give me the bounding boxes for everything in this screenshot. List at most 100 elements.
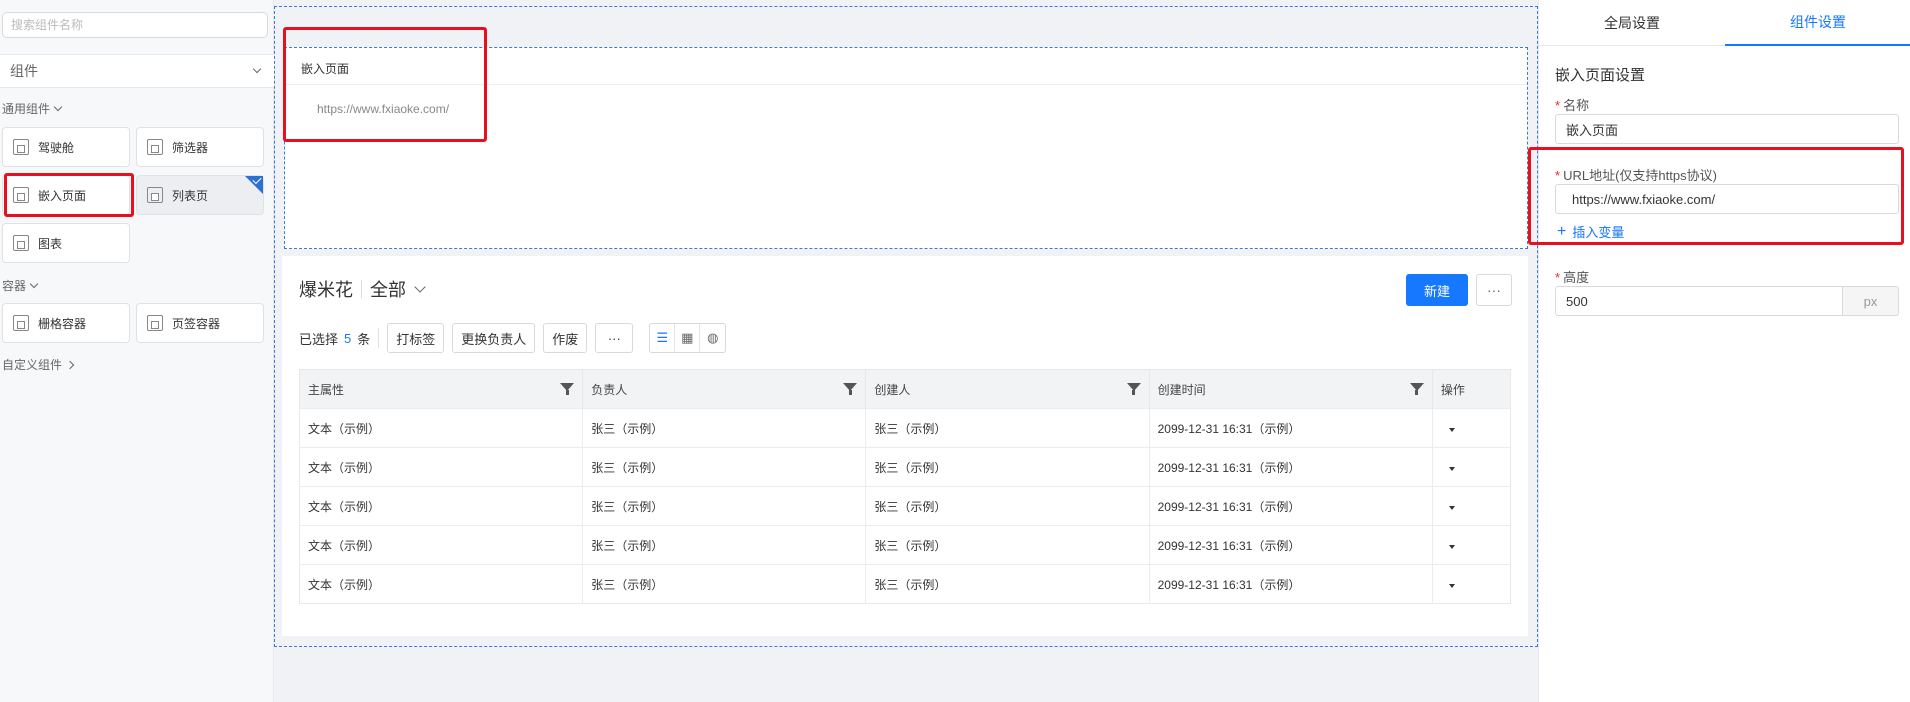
table-row[interactable]: 文本（示例） 张三（示例） 张三（示例） 2099-12-31 16:31（示例）	[299, 408, 1511, 448]
component-label: 驾驶舱	[38, 140, 75, 155]
table-cell: 2099-12-31 16:31（示例）	[1149, 408, 1433, 448]
component-label: 嵌入页面	[38, 188, 87, 203]
table-cell: 2099-12-31 16:31（示例）	[1149, 447, 1433, 487]
settings-tabs: 全局设置 组件设置	[1539, 0, 1910, 46]
component-chart[interactable]: 图表	[2, 223, 130, 263]
table-cell: 文本（示例）	[299, 486, 584, 526]
table-row[interactable]: 文本（示例） 张三（示例） 张三（示例） 2099-12-31 16:31（示例）	[299, 447, 1511, 487]
table-cell: 张三（示例）	[582, 564, 867, 604]
tag-button[interactable]: 打标签	[387, 323, 445, 353]
component-icon	[13, 187, 29, 203]
plus-icon: +	[1557, 222, 1567, 240]
table-row[interactable]: 文本（示例） 张三（示例） 张三（示例） 2099-12-31 16:31（示例）	[299, 564, 1511, 604]
row-actions-dropdown[interactable]	[1432, 408, 1511, 448]
embed-block-title: 嵌入页面	[301, 62, 350, 76]
filter-icon[interactable]	[843, 383, 858, 395]
caret-down-icon	[1448, 428, 1455, 432]
table-cell: 张三（示例）	[582, 408, 867, 448]
tab-global-settings[interactable]: 全局设置	[1539, 0, 1725, 46]
component-icon	[147, 187, 163, 203]
component-label: 列表页	[172, 188, 209, 203]
more-options-button[interactable]: ···	[1476, 274, 1512, 306]
height-input[interactable]: 500	[1555, 286, 1843, 316]
table-cell: 张三（示例）	[582, 525, 867, 565]
section-common-label: 通用组件	[2, 102, 51, 116]
void-button[interactable]: 作废	[543, 323, 588, 353]
table-cell: 张三（示例）	[582, 447, 867, 487]
column-header[interactable]: 主属性	[299, 369, 584, 409]
component-icon	[13, 139, 29, 155]
url-label: * URL地址(仅支持https协议)	[1555, 168, 1717, 183]
name-input[interactable]: 嵌入页面	[1555, 114, 1899, 144]
category-select[interactable]: 组件	[0, 54, 274, 88]
list-view-selector[interactable]: 全部	[370, 276, 426, 302]
list-object-title: 爆米花	[299, 280, 353, 300]
list-header: 爆米花 全部	[299, 276, 426, 302]
chevron-down-icon	[53, 102, 63, 111]
divider	[378, 328, 380, 348]
row-actions-dropdown[interactable]	[1432, 486, 1511, 526]
column-header[interactable]: 负责人	[582, 369, 867, 409]
component-search-input[interactable]	[2, 12, 268, 38]
component-icon	[13, 235, 29, 251]
component-cockpit[interactable]: 驾驶舱	[2, 127, 130, 167]
table-cell: 张三（示例）	[865, 447, 1150, 487]
section-custom-components[interactable]: 自定义组件	[2, 356, 75, 373]
data-table: 主属性 负责人 创建人 创建时间 操作 文本（示例） 张三（示例） 张三（示例） 20…	[299, 369, 1511, 604]
table-header-row: 主属性 负责人 创建人 创建时间 操作	[299, 369, 1511, 409]
table-cell: 文本（示例）	[299, 408, 584, 448]
row-actions-dropdown[interactable]	[1432, 447, 1511, 487]
section-common-components[interactable]: 通用组件	[2, 100, 63, 117]
more-actions-button[interactable]: ···	[595, 323, 634, 353]
selected-suffix: 条	[357, 331, 371, 347]
globe-icon[interactable]: ◍	[700, 324, 725, 352]
height-input-group: 500 px	[1555, 286, 1899, 316]
section-custom-label: 自定义组件	[2, 358, 63, 372]
table-cell: 2099-12-31 16:31（示例）	[1149, 525, 1433, 565]
batch-toolbar: 已选择 5 条 打标签 更换负责人 作废 ··· ☰ ▦ ◍	[299, 323, 727, 353]
embed-block-url: https://www.fxiaoke.com/	[317, 102, 450, 116]
list-view-icon[interactable]: ☰	[650, 324, 676, 352]
selected-count: 5	[344, 330, 352, 346]
filter-icon[interactable]	[1409, 383, 1424, 395]
table-cell: 张三（示例）	[865, 564, 1150, 604]
embed-page-block[interactable]: 嵌入页面 https://www.fxiaoke.com/	[284, 47, 1528, 249]
row-actions-dropdown[interactable]	[1432, 525, 1511, 565]
component-tab-container[interactable]: 页签容器	[136, 303, 264, 343]
settings-heading: 嵌入页面设置	[1555, 67, 1646, 84]
table-cell: 张三（示例）	[865, 525, 1150, 565]
filter-icon[interactable]	[1126, 383, 1141, 395]
component-label: 页签容器	[172, 316, 221, 331]
table-cell: 文本（示例）	[299, 447, 584, 487]
component-grid-container[interactable]: 栅格容器	[2, 303, 130, 343]
table-row[interactable]: 文本（示例） 张三（示例） 张三（示例） 2099-12-31 16:31（示例）	[299, 525, 1511, 565]
change-owner-button[interactable]: 更换负责人	[452, 323, 536, 353]
column-header[interactable]: 创建时间	[1149, 369, 1433, 409]
chevron-down-icon	[252, 64, 262, 74]
new-button[interactable]: 新建	[1406, 274, 1468, 306]
name-label: * 名称	[1555, 98, 1590, 113]
component-icon	[147, 139, 163, 155]
view-switcher: ☰ ▦ ◍	[649, 323, 727, 353]
row-actions-dropdown[interactable]	[1432, 564, 1511, 604]
url-input[interactable]: https://www.fxiaoke.com/	[1555, 184, 1899, 214]
insert-variable-link[interactable]: + 插入变量	[1557, 222, 1624, 241]
component-embed-page[interactable]: 嵌入页面	[2, 175, 130, 215]
height-label: * 高度	[1555, 270, 1590, 285]
chevron-down-icon	[414, 281, 426, 293]
component-filter[interactable]: 筛选器	[136, 127, 264, 167]
card-view-icon[interactable]: ▦	[675, 324, 701, 352]
tab-component-settings[interactable]: 组件设置	[1725, 0, 1910, 46]
chevron-right-icon	[65, 360, 75, 369]
column-header: 操作	[1432, 369, 1511, 409]
table-row[interactable]: 文本（示例） 张三（示例） 张三（示例） 2099-12-31 16:31（示例）	[299, 486, 1511, 526]
section-container[interactable]: 容器	[2, 277, 39, 294]
height-unit: px	[1843, 286, 1899, 316]
component-list-page[interactable]: 列表页	[136, 174, 264, 215]
component-label: 筛选器	[172, 140, 209, 155]
list-page-block[interactable]: 爆米花 全部 新建 ··· 已选择 5 条 打标签 更换负责人 作废 ··· ☰…	[282, 256, 1528, 636]
component-label: 栅格容器	[38, 316, 87, 331]
filter-icon[interactable]	[560, 383, 575, 395]
column-header[interactable]: 创建人	[865, 369, 1150, 409]
list-view-label: 全部	[370, 280, 406, 300]
